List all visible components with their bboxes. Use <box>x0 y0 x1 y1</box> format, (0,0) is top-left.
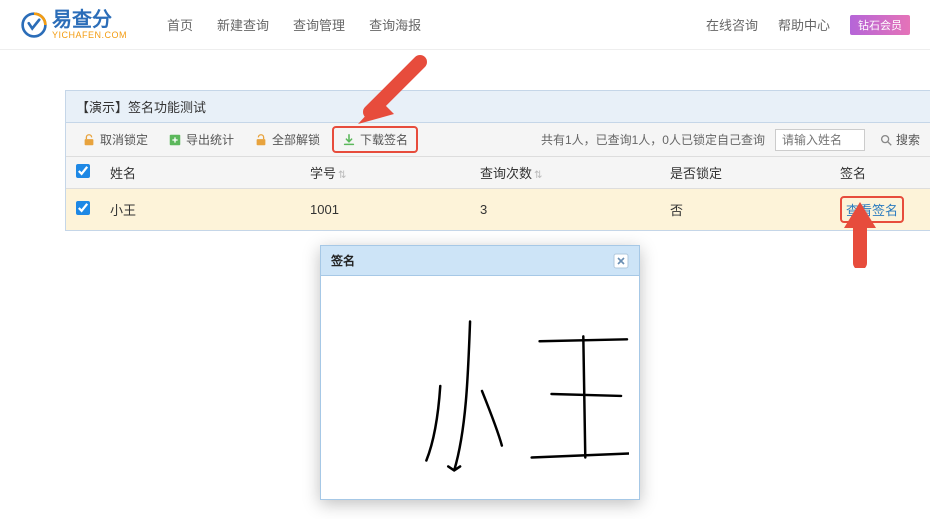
diamond-badge[interactable]: 钻石会员 <box>850 15 910 35</box>
nav-new-query[interactable]: 新建查询 <box>217 15 269 34</box>
modal-title: 签名 <box>331 252 355 269</box>
status-text: 共有1人，已查询1人，0人已锁定自己查询 <box>541 131 765 148</box>
modal-body <box>321 276 639 499</box>
header-checkbox[interactable] <box>76 164 90 178</box>
cell-query-count: 3 <box>470 189 660 231</box>
sort-icon: ⇅ <box>534 170 542 181</box>
unlock-all-button[interactable]: 全部解锁 <box>246 128 328 151</box>
search-label: 搜索 <box>896 131 920 148</box>
logo-subtext: YICHAFEN.COM <box>52 30 127 40</box>
nav-right: 在线咨询 帮助中心 钻石会员 <box>706 15 910 35</box>
cell-student-id: 1001 <box>300 189 470 231</box>
logo-text: 易查分 <box>52 10 127 30</box>
col-query-count[interactable]: 查询次数⇅ <box>470 157 660 189</box>
close-icon[interactable] <box>613 253 629 269</box>
toolbar: 取消锁定 导出统计 全部解锁 下载签名 共有1人，已查询1人，0人已锁定自己查询… <box>66 123 930 157</box>
search-input[interactable] <box>775 129 865 151</box>
unlock-label: 取消锁定 <box>100 131 148 148</box>
col-name[interactable]: 姓名 <box>100 157 300 189</box>
search-icon <box>879 133 893 147</box>
logo[interactable]: 易查分 YICHAFEN.COM <box>20 10 127 40</box>
row-checkbox[interactable] <box>76 201 90 215</box>
panel-title: 【演示】签名功能测试 <box>66 91 930 123</box>
unlock-icon <box>82 133 96 147</box>
signature-modal: 签名 <box>320 245 640 500</box>
export-icon <box>168 133 182 147</box>
logo-icon <box>20 11 48 39</box>
search-button[interactable]: 搜索 <box>873 128 926 151</box>
nav-query-poster[interactable]: 查询海报 <box>369 15 421 34</box>
query-panel: 【演示】签名功能测试 取消锁定 导出统计 全部解锁 下载签名 共有1人，已查询1… <box>65 90 930 231</box>
col-locked[interactable]: 是否锁定 <box>660 157 830 189</box>
cell-locked: 否 <box>660 189 830 231</box>
unlock-button[interactable]: 取消锁定 <box>74 128 156 151</box>
data-table: 姓名 学号⇅ 查询次数⇅ 是否锁定 签名 小王 1001 3 否 查看签名 <box>66 157 930 230</box>
col-student-id[interactable]: 学号⇅ <box>300 157 470 189</box>
nav-help-center[interactable]: 帮助中心 <box>778 15 830 34</box>
unlock-all-label: 全部解锁 <box>272 131 320 148</box>
main-nav: 首页 新建查询 查询管理 查询海报 <box>167 15 421 34</box>
nav-query-manage[interactable]: 查询管理 <box>293 15 345 34</box>
cell-name: 小王 <box>100 189 300 231</box>
table-row: 小王 1001 3 否 查看签名 <box>66 189 930 231</box>
nav-online-consult[interactable]: 在线咨询 <box>706 15 758 34</box>
col-signature[interactable]: 签名 <box>830 157 930 189</box>
download-icon <box>342 133 356 147</box>
sort-icon: ⇅ <box>338 170 346 181</box>
signature-canvas <box>331 286 629 486</box>
arrow-annotation-right <box>830 198 890 268</box>
top-header: 易查分 YICHAFEN.COM 首页 新建查询 查询管理 查询海报 在线咨询 … <box>0 0 930 50</box>
nav-home[interactable]: 首页 <box>167 15 193 34</box>
arrow-annotation-left <box>350 52 430 132</box>
download-sig-label: 下载签名 <box>360 131 408 148</box>
export-label: 导出统计 <box>186 131 234 148</box>
unlock-all-icon <box>254 133 268 147</box>
export-stats-button[interactable]: 导出统计 <box>160 128 242 151</box>
modal-header[interactable]: 签名 <box>321 246 639 276</box>
